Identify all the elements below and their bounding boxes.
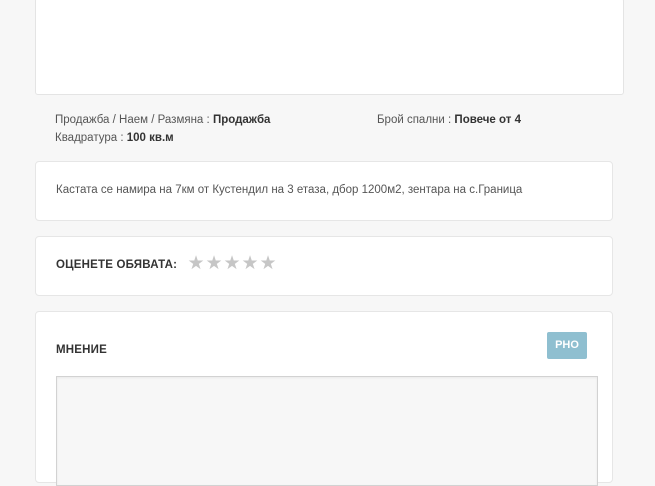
rating-label: ОЦЕНЕТЕ ОБЯВАТА:	[56, 259, 178, 271]
description-card: Кастата се намира на 7км от Кустендил на…	[35, 161, 613, 221]
opinion-card: МНЕНИЕ РНО	[35, 311, 613, 486]
star-rating[interactable]: ★★★★★	[187, 254, 277, 274]
star-icon[interactable]: ★	[187, 254, 205, 274]
tag-button[interactable]: РНО	[547, 332, 587, 359]
details-row-2: Квадратура : 100 кв.м	[55, 129, 615, 147]
star-icon[interactable]: ★	[259, 254, 277, 274]
deal-type-value: Продажба	[212, 114, 271, 126]
bedrooms-value: Повече от 4	[454, 114, 521, 126]
area-label: Квадратура :	[55, 132, 124, 144]
deal-type-label: Продажба / Наем / Размяна :	[55, 114, 210, 126]
details-row-1: Продажба / Наем / Размяна : Продажба Бро…	[55, 111, 615, 129]
star-icon[interactable]: ★	[205, 254, 223, 274]
opinion-title: МНЕНИЕ	[56, 344, 107, 356]
star-icon[interactable]: ★	[223, 254, 241, 274]
image-panel	[35, 0, 624, 95]
bedrooms: Брой спални : Повече от 4	[377, 111, 521, 129]
rating-card: ОЦЕНЕТЕ ОБЯВАТА: ★★★★★	[35, 236, 613, 296]
property-details: Продажба / Наем / Размяна : Продажба Бро…	[55, 111, 615, 147]
area-value: 100 кв.м	[126, 132, 174, 144]
bedrooms-label: Брой спални :	[377, 114, 452, 126]
opinion-textarea[interactable]	[56, 376, 598, 486]
description-text: Кастата се намира на 7км от Кустендил на…	[56, 184, 523, 196]
star-icon[interactable]: ★	[241, 254, 259, 274]
deal-type: Продажба / Наем / Размяна : Продажба	[55, 114, 270, 126]
